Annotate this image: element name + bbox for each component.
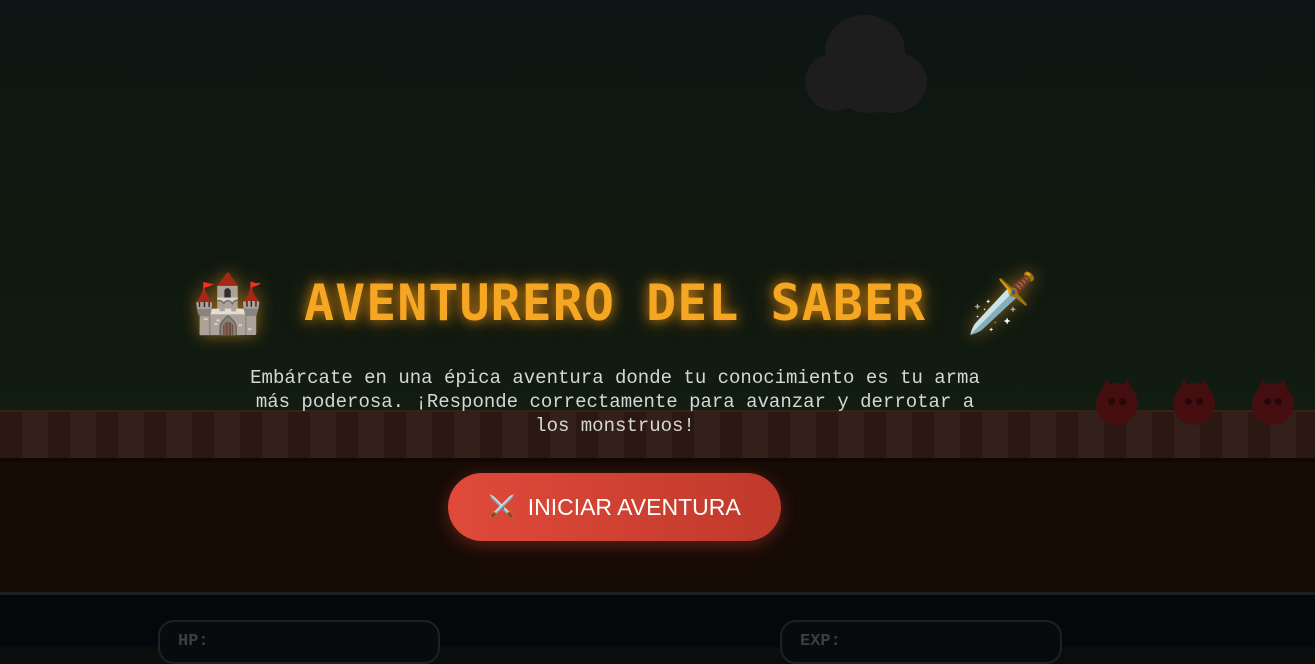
monster bbox=[1096, 379, 1138, 425]
hp-stat: HP: bbox=[158, 620, 440, 664]
crossed-swords-icon: ⚔️ bbox=[488, 494, 516, 519]
intro-text: Embárcate en una épica aventura donde tu… bbox=[250, 367, 980, 437]
game-scene: 🏰 AVENTURERO DEL SABER 🗡️ Embárcate en u… bbox=[0, 0, 1315, 592]
monster bbox=[1252, 379, 1294, 425]
exp-label: EXP: bbox=[800, 632, 841, 651]
start-adventure-label: INICIAR AVENTURA bbox=[527, 493, 741, 520]
dagger-icon: 🗡️ bbox=[966, 269, 1039, 337]
castle-icon: 🏰 bbox=[191, 269, 264, 337]
monster bbox=[1173, 379, 1215, 425]
cloud bbox=[805, 15, 927, 113]
title-text: AVENTURERO DEL SABER bbox=[303, 274, 927, 332]
hp-label: HP: bbox=[178, 632, 209, 651]
exp-stat: EXP: bbox=[780, 620, 1062, 664]
game-title: 🏰 AVENTURERO DEL SABER 🗡️ bbox=[0, 268, 1230, 338]
start-adventure-button[interactable]: ⚔️ INICIAR AVENTURA bbox=[448, 473, 781, 541]
hud-bar: HP: EXP: bbox=[0, 592, 1315, 664]
